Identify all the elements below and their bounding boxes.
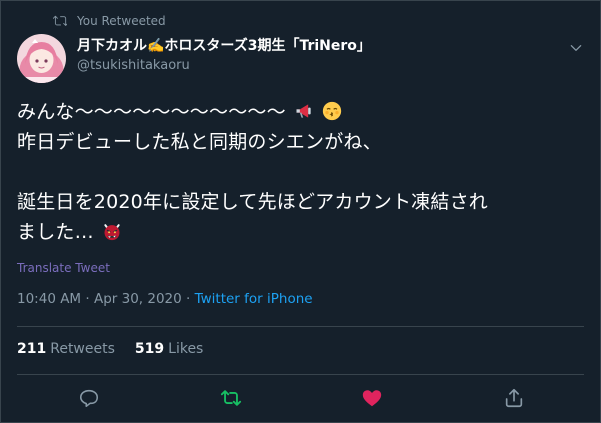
tweet-line-text: 昨日デビューした私と同期のシエンがね、 <box>17 131 382 153</box>
author-display-name[interactable]: 月下カオル✍️ホロスターズ3期生「TriNero」 <box>77 37 371 55</box>
likes-stat[interactable]: 519 Likes <box>135 341 203 357</box>
tweet-line-text: みんな〜〜〜〜〜〜〜〜〜〜〜 <box>17 101 286 123</box>
tweet-text: みんな〜〜〜〜〜〜〜〜〜〜〜 昨日デビューした私と同期のシエンがね、 誕生日を2… <box>17 97 587 247</box>
tweet-time[interactable]: 10:40 AM <box>17 291 81 307</box>
tweet-card: You Retweeted 月下カオル✍️ホロスターズ3期生「TriNero」 … <box>0 0 601 423</box>
tweet-line-text: 誕生日を2020年に設定して先ほどアカウント凍結され <box>17 191 488 213</box>
share-icon <box>505 388 523 408</box>
reply-button[interactable] <box>78 387 100 409</box>
tweet-line: みんな〜〜〜〜〜〜〜〜〜〜〜 <box>17 97 587 127</box>
divider <box>17 374 584 375</box>
author-handle[interactable]: @tsukishitakaoru <box>77 57 371 75</box>
retweet-icon <box>220 390 242 406</box>
retweet-banner-label: You Retweeted <box>77 14 166 28</box>
avatar[interactable] <box>17 34 66 83</box>
tweet-actions <box>1 387 601 413</box>
retweet-button[interactable] <box>220 387 242 409</box>
tweet-source[interactable]: Twitter for iPhone <box>195 291 313 307</box>
megaphone-icon <box>296 104 311 118</box>
retweets-count: 211 <box>17 341 47 357</box>
retweet-icon <box>53 15 67 26</box>
tweet-stats: 211 Retweets 519 Likes <box>17 341 203 357</box>
divider <box>17 326 584 327</box>
tweet-date[interactable]: Apr 30, 2020 <box>94 291 182 307</box>
tweet-line: 昨日デビューした私と同期のシエンがね、 <box>17 127 587 157</box>
tweet-line: ました… <box>17 217 587 247</box>
tweet-line-text: ました… <box>17 221 94 243</box>
like-button[interactable] <box>361 387 383 409</box>
chevron-down-icon[interactable] <box>569 41 583 55</box>
reply-icon <box>79 389 99 408</box>
retweets-label: Retweets <box>50 341 115 357</box>
translate-tweet-link[interactable]: Translate Tweet <box>17 261 110 275</box>
tweet-meta: 10:40 AM · Apr 30, 2020 · Twitter for iP… <box>17 291 313 307</box>
ogre-face-icon <box>104 224 120 241</box>
meta-separator: · <box>181 291 195 307</box>
likes-count: 519 <box>134 341 165 357</box>
retweets-stat[interactable]: 211 Retweets <box>17 341 115 357</box>
retweet-banner: You Retweeted <box>53 14 166 28</box>
kissing-face-icon <box>323 101 342 121</box>
share-button[interactable] <box>503 387 525 409</box>
tweet-line: 誕生日を2020年に設定して先ほどアカウント凍結され <box>17 187 587 217</box>
meta-separator: · <box>81 291 94 307</box>
heart-icon <box>362 390 382 407</box>
tweet-line <box>17 157 587 187</box>
likes-label: Likes <box>168 341 204 357</box>
